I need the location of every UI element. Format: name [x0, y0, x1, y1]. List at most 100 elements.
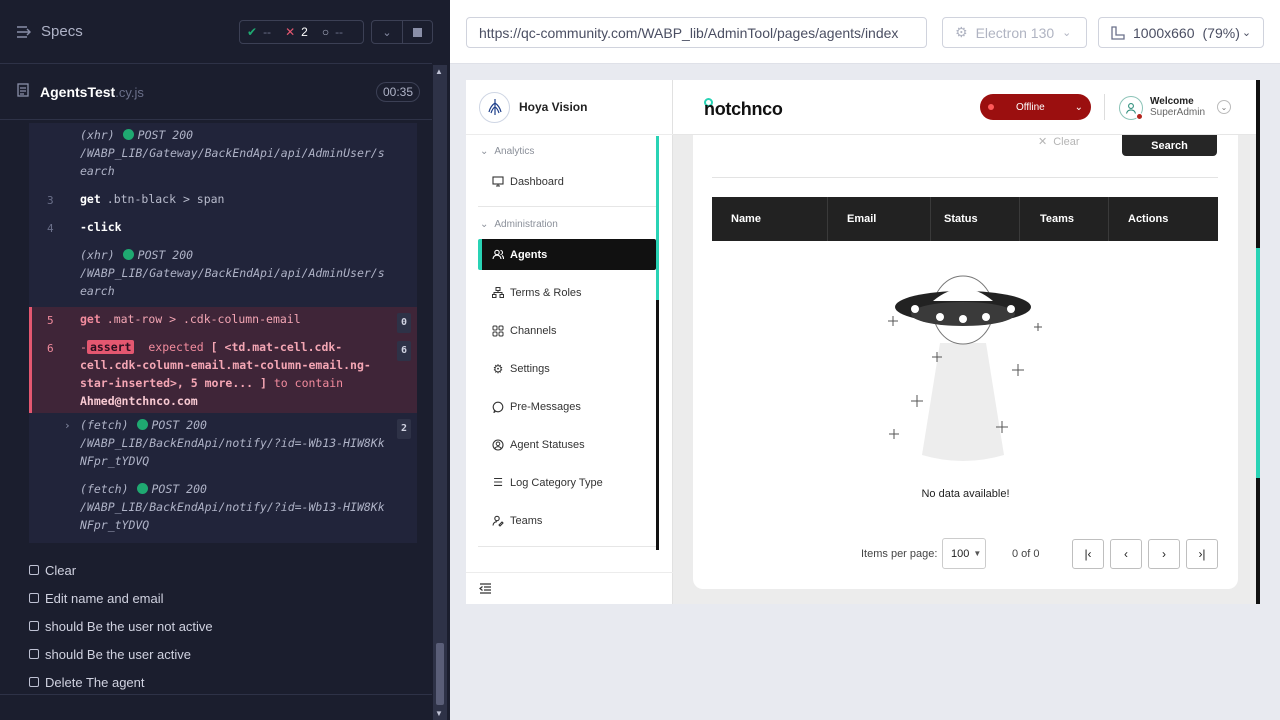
nav-item-terms-roles[interactable]: Terms & Roles — [478, 277, 656, 308]
avatar[interactable] — [1119, 96, 1143, 120]
reporter-header: Specs ✔ -- ✕ 2 ○ -- ⌄ — [0, 0, 433, 64]
scrollbar-thumb[interactable] — [656, 136, 659, 300]
app-scrollbar[interactable] — [1256, 80, 1260, 604]
grid-icon — [492, 325, 504, 337]
command-row[interactable]: › (fetch) POST 200 /WABP_LIB/BackEndApi/n… — [29, 413, 417, 477]
last-page-button[interactable]: ›| — [1186, 539, 1218, 569]
next-page-button[interactable]: › — [1148, 539, 1180, 569]
chevron-right-icon[interactable]: › — [64, 417, 71, 435]
users-icon — [492, 249, 504, 261]
last-page-icon: ›| — [1198, 547, 1206, 561]
aut-header: https://qc-community.com/WABP_lib/AdminT… — [450, 0, 1280, 64]
scrollbar-thumb[interactable] — [1256, 248, 1260, 478]
status-dot — [122, 249, 134, 260]
command-row[interactable]: (fetch) POST 200 /WABP_LIB/BackEndApi/not… — [29, 477, 417, 541]
monitor-icon — [492, 176, 504, 188]
chevron-down-icon: ⌄ — [480, 219, 489, 230]
command-row-failed[interactable]: 5 get .mat-row > .cdk-column-email 0 — [29, 307, 417, 335]
user-icon — [1125, 103, 1137, 114]
first-page-icon: |‹ — [1084, 547, 1092, 561]
previous-page-button[interactable]: ‹ — [1110, 539, 1142, 569]
command-row[interactable]: (xhr) POST 200 /WABP_LIB/Gateway/BackEndA… — [29, 243, 417, 307]
passed-stat: ✔ -- — [247, 25, 272, 39]
spec-duration: 00:35 — [376, 82, 421, 102]
reporter-scrollbar[interactable]: ▲ ▼ — [433, 65, 447, 720]
browser-select[interactable]: ⚙ Electron 130 ⌄ — [942, 17, 1087, 48]
specs-button[interactable]: Specs — [16, 23, 83, 40]
nav-item-dashboard[interactable]: Dashboard — [478, 166, 656, 197]
status-dot — [136, 483, 148, 494]
divider — [712, 177, 1218, 178]
count-badge: 2 — [396, 419, 411, 439]
scroll-up-icon[interactable]: ▲ — [435, 67, 443, 76]
stop-icon[interactable] — [402, 21, 432, 43]
nav-item-pre-messages[interactable]: Pre-Messages — [478, 391, 656, 422]
nav-item-channels[interactable]: Channels — [478, 315, 656, 346]
pending-checkbox-icon — [29, 593, 39, 603]
chevron-down-icon[interactable]: ⌄ — [1217, 100, 1231, 114]
column-header-email[interactable]: Email — [828, 197, 931, 241]
command-row[interactable]: 4 -click — [29, 215, 417, 243]
command-row[interactable]: 3 get .btn-black > span — [29, 187, 417, 215]
empty-state-text: No data available! — [921, 488, 1010, 500]
nav-menu: ⌄ Analytics Dashboard ⌄ Administration Age… — [466, 136, 659, 547]
status-dot — [136, 419, 148, 430]
column-header-name[interactable]: Name — [712, 197, 828, 241]
test-item[interactable]: Clear — [29, 556, 429, 584]
chevron-down-icon: ⌄ — [1241, 27, 1252, 39]
first-page-button[interactable]: |‹ — [1072, 539, 1104, 569]
app-topbar: notchnco Offline ⌄ Welcome SuperAdmin ⌄ — [673, 80, 1260, 135]
column-header-status[interactable]: Status — [931, 197, 1020, 241]
user-circle-icon — [492, 438, 504, 451]
close-icon: ✕ — [1038, 136, 1048, 148]
chevron-down-icon: ⌄ — [1062, 27, 1072, 39]
column-header-actions[interactable]: Actions — [1109, 197, 1218, 241]
app-under-test: Hoya Vision ⌄ Analytics Dashboard ⌄ Admini… — [466, 80, 1260, 604]
pending-checkbox-icon — [29, 565, 39, 575]
nav-item-log-category-type[interactable]: ☰ Log Category Type — [478, 467, 656, 498]
agents-panel: ✕ Clear Search Name Email Status Teams Ac… — [693, 135, 1238, 589]
document-icon — [17, 83, 29, 97]
page-range: 0 of 0 — [1012, 548, 1040, 560]
scrollbar-thumb[interactable] — [436, 643, 444, 705]
column-header-teams[interactable]: Teams — [1020, 197, 1109, 241]
chevron-down-icon: ⌄ — [1074, 101, 1083, 113]
nav-item-agents[interactable]: Agents — [478, 239, 656, 270]
table-header: Name Email Status Teams Actions — [712, 197, 1218, 241]
test-stats: ✔ -- ✕ 2 ○ -- — [239, 20, 364, 44]
test-item[interactable]: should Be the user active — [29, 640, 429, 668]
caret-down-icon: ▼ — [973, 549, 982, 558]
nav-group-administration[interactable]: ⌄ Administration — [480, 219, 558, 230]
nav-item-agent-statuses[interactable]: Agent Statuses — [478, 429, 656, 460]
command-row[interactable]: (xhr) POST 200 /WABP_LIB/Gateway/BackEndA… — [29, 123, 417, 187]
run-controls: ⌄ — [371, 20, 433, 44]
viewport-select[interactable]: 1000x660 (79%) ⌄ — [1098, 17, 1264, 48]
clear-button[interactable]: ✕ Clear — [1038, 135, 1080, 149]
chevron-down-icon: ⌄ — [480, 146, 489, 157]
search-button[interactable]: Search — [1122, 135, 1217, 156]
test-item[interactable]: Delete The agent — [29, 668, 429, 696]
cypress-reporter: Specs ✔ -- ✕ 2 ○ -- ⌄ AgentsTest.cy.js 00:3… — [0, 0, 450, 720]
items-per-page-select[interactable]: 100 ▼ — [942, 538, 986, 569]
brand-logo-icon — [479, 91, 510, 123]
nav-scrollbar[interactable] — [656, 136, 659, 550]
collapse-menu-icon — [479, 583, 491, 594]
app-logo: notchnco — [704, 99, 783, 119]
nav-item-settings[interactable]: ⚙ Settings — [478, 353, 656, 384]
url-field[interactable]: https://qc-community.com/WABP_lib/AdminT… — [466, 17, 927, 48]
chevron-down-icon[interactable]: ⌄ — [372, 21, 402, 43]
divider — [0, 694, 432, 695]
test-list: Clear Edit name and email should Be the … — [29, 556, 429, 696]
collapse-sidebar-button[interactable] — [466, 572, 673, 604]
test-item[interactable]: Edit name and email — [29, 584, 429, 612]
browser-icon: ⚙ — [955, 24, 968, 40]
scroll-down-icon[interactable]: ▼ — [435, 709, 443, 718]
test-item[interactable]: should Be the user not active — [29, 612, 429, 640]
assertion-row-failed[interactable]: 6- assert expected [ <td.mat-cell.cdk-cel… — [29, 335, 417, 413]
agent-status-select[interactable]: Offline ⌄ — [980, 94, 1091, 120]
divider — [478, 206, 656, 207]
nav-item-teams[interactable]: Teams — [478, 505, 656, 536]
nav-group-analytics[interactable]: ⌄ Analytics — [480, 146, 534, 157]
brand: Hoya Vision — [466, 80, 673, 135]
pending-stat: ○ -- — [321, 25, 344, 39]
